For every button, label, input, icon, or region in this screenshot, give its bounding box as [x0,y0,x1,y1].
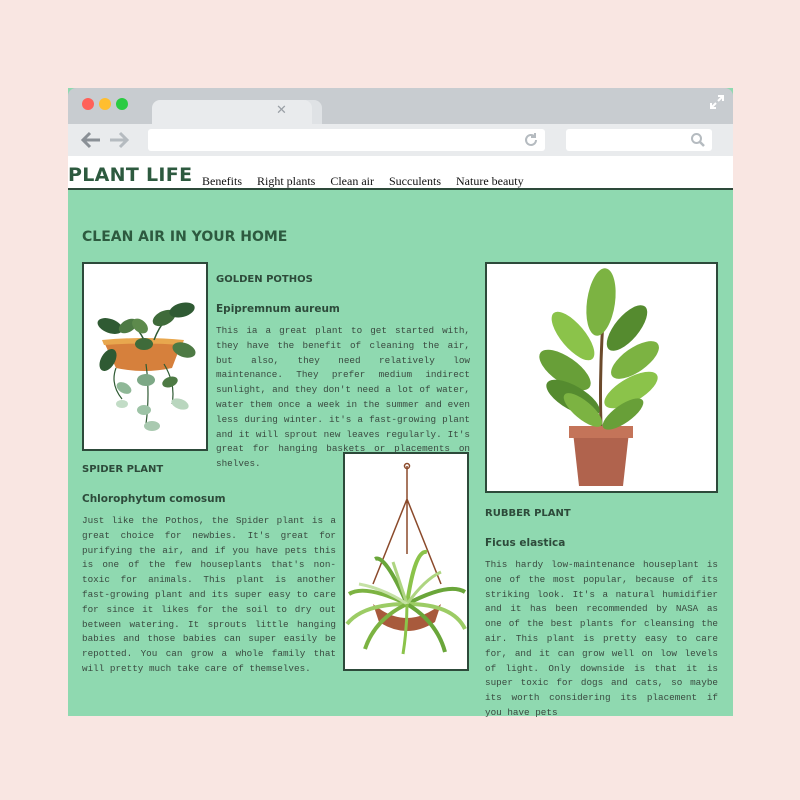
close-window-button[interactable] [82,98,94,110]
nav-link-right-plants[interactable]: Right plants [257,174,315,188]
site-logo[interactable]: PLANT LIFE [68,164,192,186]
minimize-window-button[interactable] [99,98,111,110]
browser-search-field[interactable] [566,129,712,151]
rubber-plant-latin-name: Ficus elastica [485,537,566,549]
search-icon[interactable] [690,132,706,148]
browser-toolbar [68,124,733,156]
rubber-plant-name: RUBBER PLANT [485,508,571,519]
pothos-plant-icon [97,302,196,431]
site-nav: Benefits Right plants Clean air Succulen… [202,174,536,189]
reload-icon[interactable] [523,132,539,148]
section-title: CLEAN AIR IN YOUR HOME [82,229,288,245]
rubber-plant-icon [539,268,659,486]
pothos-image-frame [82,262,208,451]
close-tab-icon[interactable]: ✕ [276,103,287,119]
spider-plant-name: SPIDER PLANT [82,464,164,475]
rubber-plant-description: This hardy low-maintenance houseplant is… [485,559,718,718]
spider-plant-image-frame [343,452,469,671]
browser-titlebar: ✕ [68,88,733,124]
address-bar[interactable] [148,129,545,151]
spider-plant-latin-name: Chlorophytum comosum [82,493,226,505]
rubber-plant-image-frame [485,262,718,493]
site-header: PLANT LIFE Benefits Right plants Clean a… [68,156,733,190]
fullscreen-icon[interactable] [709,94,725,110]
forward-arrow-icon[interactable] [108,130,130,150]
nav-link-nature-beauty[interactable]: Nature beauty [456,174,524,188]
pothos-name: GOLDEN POTHOS [216,274,313,285]
back-arrow-icon[interactable] [80,130,102,150]
spider-plant-description: Just like the Pothos, the Spider plant i… [82,515,336,674]
maximize-window-button[interactable] [116,98,128,110]
nav-link-succulents[interactable]: Succulents [389,174,441,188]
nav-link-clean-air[interactable]: Clean air [330,174,374,188]
browser-tab[interactable]: ✕ [152,100,312,124]
pothos-latin-name: Epipremnum aureum [216,303,340,315]
spider-plant-icon [345,462,467,655]
browser-window: ✕ PLANT LIFE Benefits Right plants Clean… [68,88,733,718]
pothos-description: This ia a great plant to get started wit… [216,325,470,470]
nav-link-benefits[interactable]: Benefits [202,174,242,188]
